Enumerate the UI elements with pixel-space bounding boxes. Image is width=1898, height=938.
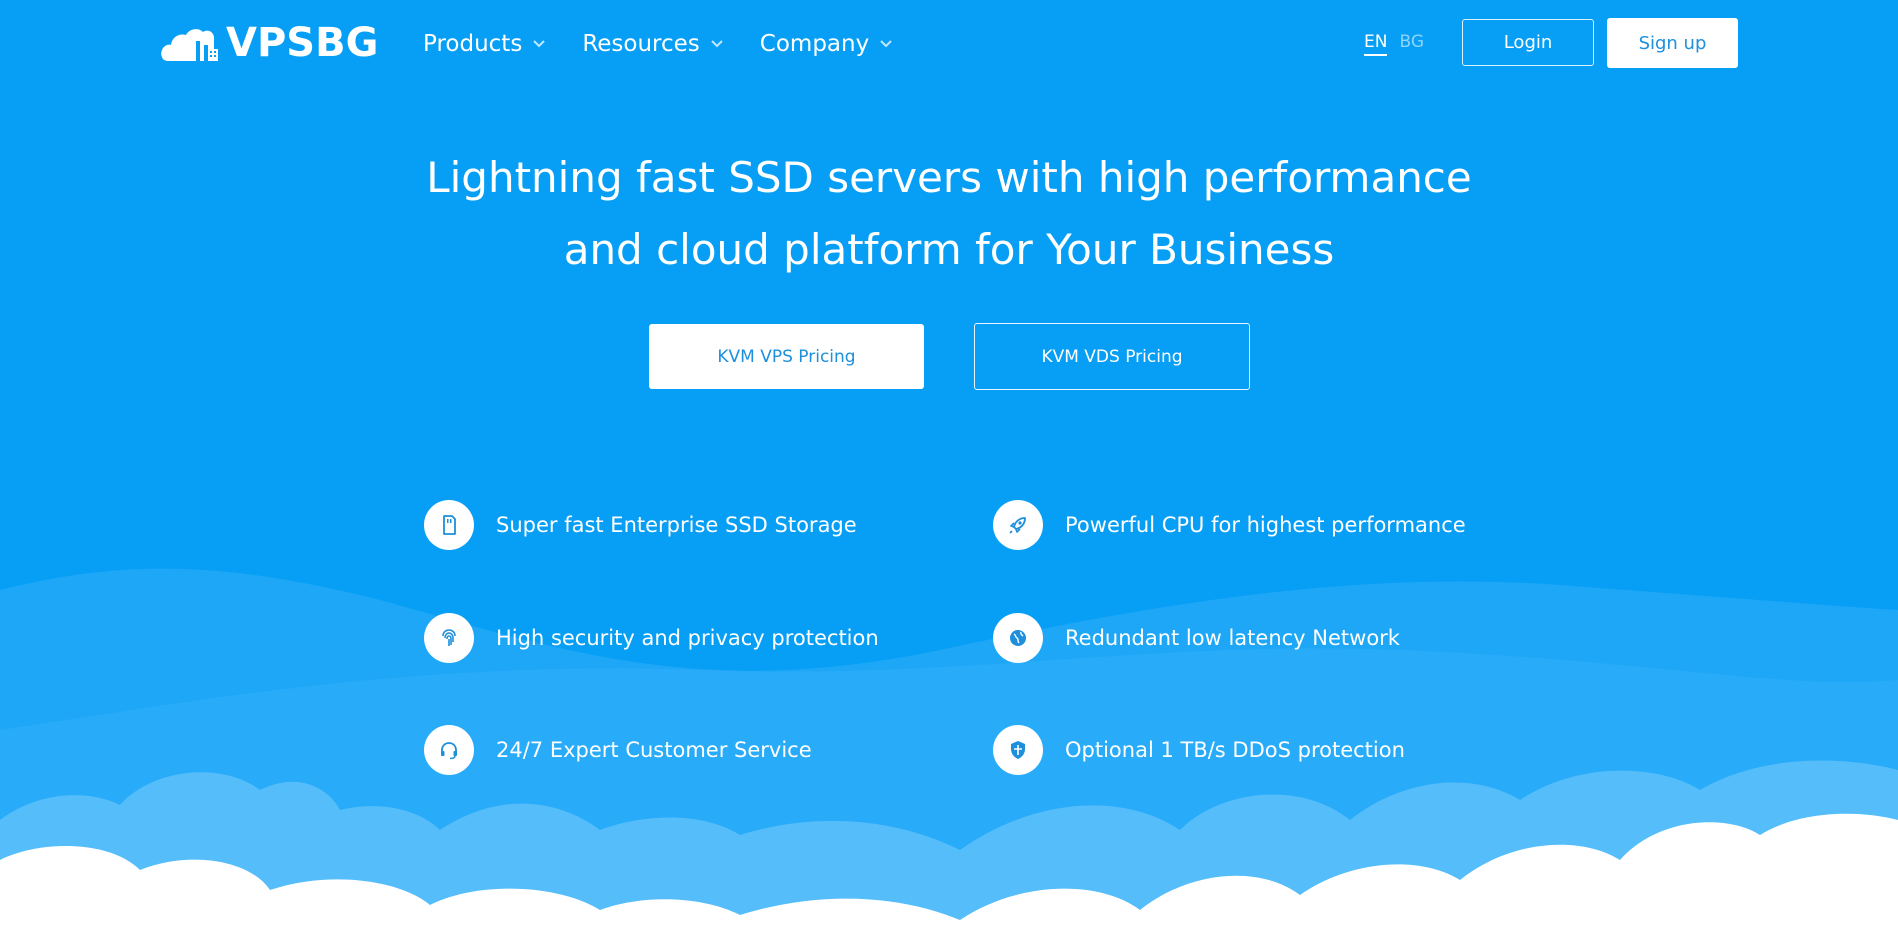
chevron-down-icon <box>711 40 723 48</box>
hero-headline: Lightning fast SSD servers with high per… <box>0 142 1898 286</box>
chevron-down-icon <box>533 40 546 48</box>
feature-item: Redundant low latency Network <box>993 613 1400 663</box>
feature-label: Optional 1 TB/s DDoS protection <box>1065 738 1405 762</box>
landing-page: VPSBG Products Resources Company EN BG L… <box>0 0 1898 938</box>
cloud-building-icon <box>161 29 218 61</box>
main-nav: Products Resources Company <box>423 26 893 62</box>
signup-button[interactable]: Sign up <box>1607 18 1738 68</box>
feature-item: Optional 1 TB/s DDoS protection <box>993 725 1405 775</box>
lang-en[interactable]: EN <box>1364 32 1388 56</box>
feature-label: Redundant low latency Network <box>1065 626 1400 650</box>
nav-item-resources[interactable]: Resources <box>582 31 723 57</box>
nav-item-products[interactable]: Products <box>423 31 546 57</box>
feature-item: Powerful CPU for highest performance <box>993 500 1466 550</box>
hero-headline-line2: and cloud platform for Your Business <box>563 225 1335 274</box>
login-button[interactable]: Login <box>1462 19 1594 66</box>
nav-item-label: Products <box>423 31 523 57</box>
feature-label: Powerful CPU for highest performance <box>1065 513 1466 537</box>
kvm-vps-pricing-button[interactable]: KVM VPS Pricing <box>649 324 924 389</box>
brand-logo[interactable]: VPSBG <box>160 20 378 66</box>
feature-item: 24/7 Expert Customer Service <box>424 725 812 775</box>
lang-bg[interactable]: BG <box>1399 32 1424 56</box>
kvm-vds-pricing-button[interactable]: KVM VDS Pricing <box>974 323 1250 390</box>
chevron-down-icon <box>880 40 892 48</box>
sd-card-icon <box>424 500 474 550</box>
feature-label: Super fast Enterprise SSD Storage <box>496 513 857 537</box>
nav-item-label: Company <box>759 31 870 57</box>
brand-name: VPSBG <box>226 20 379 66</box>
feature-label: High security and privacy protection <box>496 626 879 650</box>
globe-icon <box>993 613 1043 663</box>
language-switcher: EN BG <box>1364 32 1424 56</box>
feature-item: High security and privacy protection <box>424 613 879 663</box>
headset-icon <box>424 725 474 775</box>
fingerprint-icon <box>424 613 474 663</box>
feature-label: 24/7 Expert Customer Service <box>496 738 812 762</box>
nav-item-label: Resources <box>582 31 700 57</box>
rocket-icon <box>993 500 1043 550</box>
nav-item-company[interactable]: Company <box>760 31 893 57</box>
hero-headline-line1: Lightning fast SSD servers with high per… <box>426 153 1472 202</box>
feature-item: Super fast Enterprise SSD Storage <box>424 500 857 550</box>
shield-icon <box>993 725 1043 775</box>
